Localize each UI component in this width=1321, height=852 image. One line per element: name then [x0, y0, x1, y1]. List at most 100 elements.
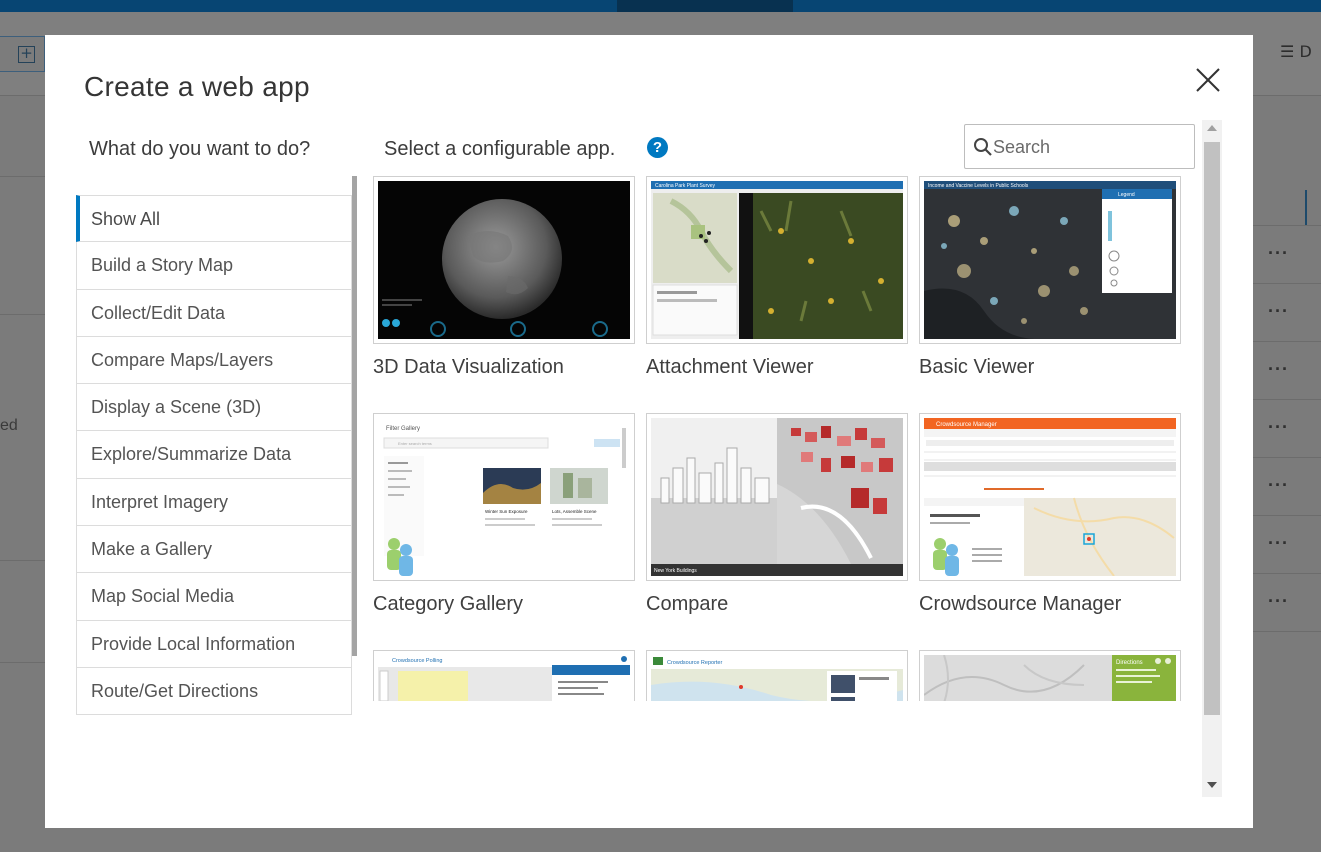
background-divider — [0, 314, 45, 315]
background-divider — [1253, 341, 1321, 342]
background-divider — [1253, 283, 1321, 284]
thumb-search: Enter search terms — [398, 441, 432, 446]
category-route-directions[interactable]: Route/Get Directions — [76, 667, 352, 716]
help-icon[interactable]: ? — [647, 137, 668, 158]
app-thumbnail: Directions — [919, 650, 1181, 701]
thumb-title: Carolina Park Plant Survey — [655, 183, 716, 189]
thumb-caption: New York Buildings — [654, 568, 697, 574]
more-options-icon: ··· — [1268, 417, 1289, 437]
category-map-social-media[interactable]: Map Social Media — [76, 573, 352, 621]
search-input[interactable] — [993, 131, 1188, 163]
app-thumbnail: Filter Gallery Enter search terms Winter… — [373, 413, 635, 581]
background-divider — [1253, 95, 1321, 96]
background-divider — [0, 95, 45, 96]
dark-map-thumbnail: Income and Vaccine Levels in Public Scho… — [924, 181, 1176, 339]
thumb-legend: Legend — [1118, 192, 1135, 198]
app-thumbnail: Crowdsource Polling — [373, 650, 635, 701]
app-card-compare[interactable]: New York Buildings Compare — [646, 413, 908, 616]
category-collect-edit-data[interactable]: Collect/Edit Data — [76, 289, 352, 337]
globe-thumbnail — [378, 181, 630, 339]
close-button[interactable] — [1193, 65, 1223, 95]
background-text: ed — [0, 417, 18, 434]
more-options-icon: ··· — [1268, 591, 1289, 611]
crowdsource-reporter-thumbnail: Crowdsource Reporter — [651, 655, 903, 701]
background-divider — [0, 176, 45, 177]
background-divider — [0, 662, 45, 663]
app-grid: 3D Data Visualization Carolina Park Plan… — [373, 176, 1193, 701]
add-icon: + — [18, 46, 35, 63]
crowdsource-polling-thumbnail: Crowdsource Polling — [378, 655, 630, 701]
app-card-label: Crowdsource Manager — [919, 593, 1122, 615]
crowdsource-manager-thumbnail: Crowdsource Manager — [924, 418, 1176, 576]
app-card-crowdsource-reporter[interactable]: Crowdsource Reporter — [646, 650, 908, 701]
scroll-up-arrow-icon[interactable] — [1207, 125, 1217, 131]
background-divider — [1253, 631, 1321, 632]
category-show-all[interactable]: Show All — [76, 195, 352, 243]
app-thumbnail: Carolina Park Plant Survey — [646, 176, 908, 344]
category-build-story-map[interactable]: Build a Story Map — [76, 242, 352, 290]
thumb-title: Crowdsource Reporter — [667, 660, 722, 666]
create-web-app-dialog: Create a web app What do you want to do?… — [45, 35, 1253, 828]
category-scrollbar[interactable] — [352, 176, 357, 656]
thumb-title: Crowdsource Polling — [392, 658, 442, 664]
background-divider — [0, 560, 45, 561]
scrollbar-thumb[interactable] — [1204, 142, 1220, 715]
category-list: Show All Build a Story Map Collect/Edit … — [76, 195, 356, 716]
background-divider — [1253, 457, 1321, 458]
category-interpret-imagery[interactable]: Interpret Imagery — [76, 478, 352, 527]
background-divider — [1253, 225, 1321, 226]
app-thumbnail: Crowdsource Reporter — [646, 650, 908, 701]
app-card-directions[interactable]: Directions — [919, 650, 1181, 701]
more-options-icon: ··· — [1268, 475, 1289, 495]
background-sort-label: D — [1299, 42, 1312, 61]
app-thumbnail — [373, 176, 635, 344]
more-options-icon: ··· — [1268, 359, 1289, 379]
app-thumbnail: Crowdsource Manager — [919, 413, 1181, 581]
background-divider — [1253, 573, 1321, 574]
apps-heading: Select a configurable app. — [384, 138, 616, 160]
app-card-3d-data-visualization[interactable]: 3D Data Visualization — [373, 176, 635, 379]
more-options-icon: ··· — [1268, 533, 1289, 553]
app-thumbnail: New York Buildings — [646, 413, 908, 581]
category-provide-local-info[interactable]: Provide Local Information — [76, 620, 352, 668]
background-tab-marker — [1305, 190, 1321, 226]
thumb-title: Directions — [1116, 660, 1143, 666]
thumb-title: Filter Gallery — [386, 426, 420, 432]
app-card-label: Category Gallery — [373, 593, 524, 615]
search-icon — [974, 138, 992, 156]
map-photo-thumbnail: Carolina Park Plant Survey — [651, 181, 903, 339]
thumb-card: Lots, Assemble Scene — [552, 509, 597, 514]
dialog-title: Create a web app — [84, 71, 310, 102]
thumb-title: Income and Vaccine Levels in Public Scho… — [928, 183, 1029, 189]
category-compare-maps-layers[interactable]: Compare Maps/Layers — [76, 336, 352, 385]
app-card-basic-viewer[interactable]: Income and Vaccine Levels in Public Scho… — [919, 176, 1181, 379]
filter-gallery-thumbnail: Filter Gallery Enter search terms Winter… — [378, 418, 630, 576]
thumb-card: Winter Sun Exposure — [485, 509, 528, 514]
categories-heading: What do you want to do? — [89, 138, 311, 160]
directions-thumbnail: Directions — [924, 655, 1176, 701]
city-3d-thumbnail: New York Buildings — [651, 418, 903, 576]
more-options-icon: ··· — [1268, 301, 1289, 321]
background-add-button: + — [0, 36, 45, 72]
app-card-category-gallery[interactable]: Filter Gallery Enter search terms Winter… — [373, 413, 635, 616]
app-grid-scrollbar[interactable] — [1202, 120, 1222, 797]
category-make-gallery[interactable]: Make a Gallery — [76, 526, 352, 574]
more-options-icon: ··· — [1268, 243, 1289, 263]
scroll-down-arrow-icon[interactable] — [1207, 782, 1217, 788]
close-icon — [1196, 68, 1220, 92]
category-display-scene[interactable]: Display a Scene (3D) — [76, 384, 352, 432]
background-active-tab — [617, 0, 793, 12]
search-box[interactable] — [964, 124, 1195, 169]
app-card-crowdsource-manager[interactable]: Crowdsource Manager Crowdsource Manager — [919, 413, 1181, 616]
app-card-crowdsource-polling[interactable]: Crowdsource Polling — [373, 650, 635, 701]
app-thumbnail: Income and Vaccine Levels in Public Scho… — [919, 176, 1181, 344]
app-card-label: Compare — [646, 593, 729, 615]
app-card-label: Basic Viewer — [919, 356, 1035, 378]
thumb-title: Crowdsource Manager — [936, 422, 997, 428]
category-explore-summarize[interactable]: Explore/Summarize Data — [76, 431, 352, 479]
background-divider — [1253, 399, 1321, 400]
app-card-label: Attachment Viewer — [646, 356, 814, 378]
background-divider — [1253, 515, 1321, 516]
app-card-attachment-viewer[interactable]: Carolina Park Plant Survey Attachment Vi… — [646, 176, 908, 379]
background-top-bar — [0, 0, 1321, 12]
